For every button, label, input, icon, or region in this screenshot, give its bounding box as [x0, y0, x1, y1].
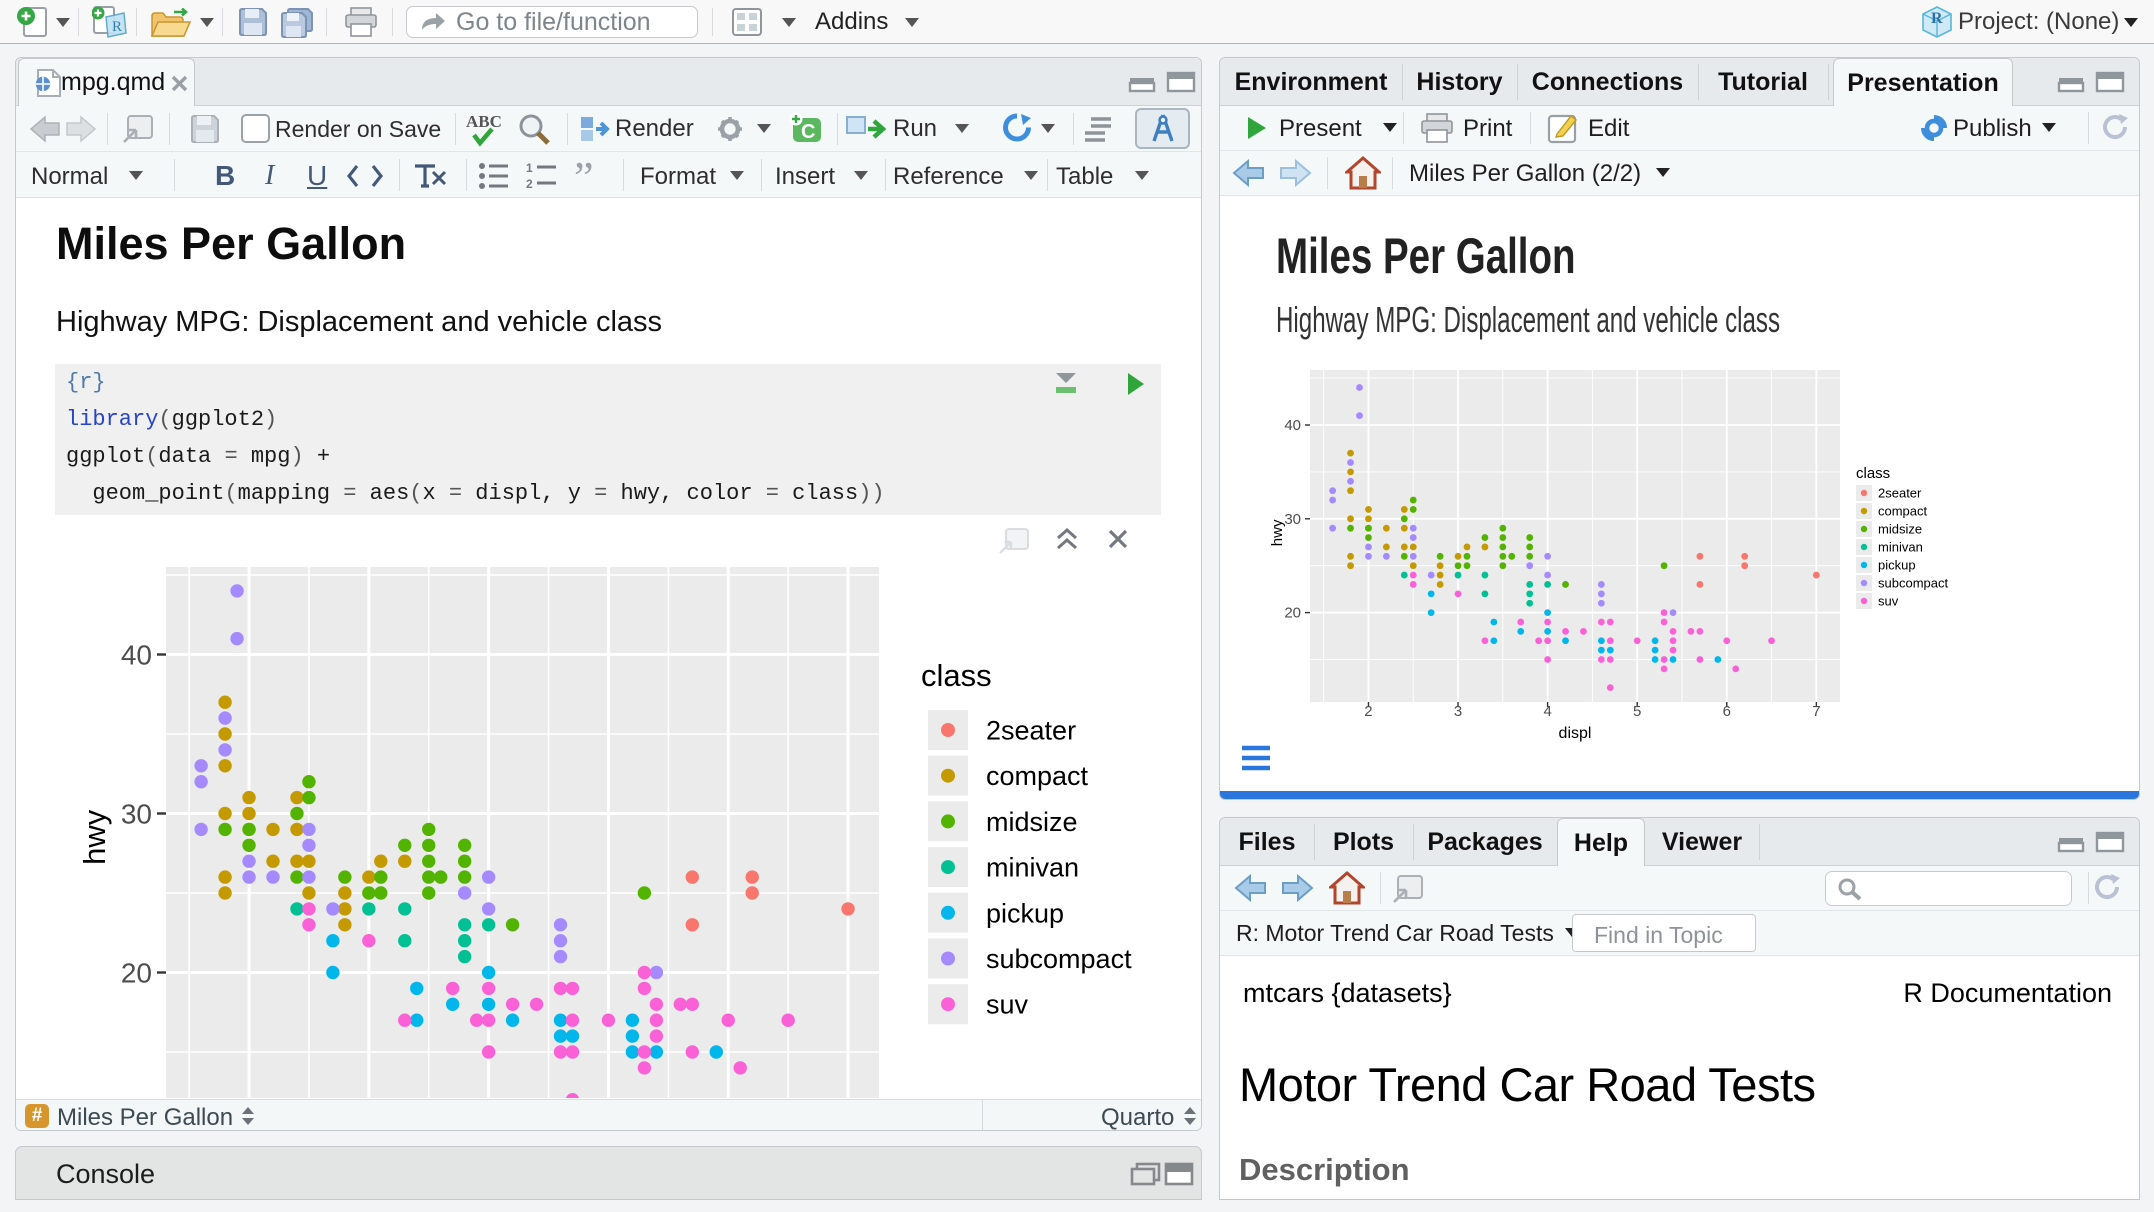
- svg-text:displ: displ: [1559, 725, 1592, 742]
- svg-text:R: R: [112, 19, 122, 35]
- svg-text:6: 6: [1723, 703, 1731, 720]
- svg-text:hwy: hwy: [1270, 519, 1286, 546]
- svg-text:C: C: [801, 121, 815, 143]
- svg-text:2seater: 2seater: [986, 716, 1076, 746]
- svg-text:pickup: pickup: [986, 898, 1064, 928]
- svg-text:5: 5: [1633, 703, 1641, 720]
- svg-text:midsize: midsize: [986, 807, 1078, 837]
- svg-text:1: 1: [526, 162, 533, 175]
- svg-text:pickup: pickup: [1878, 558, 1916, 573]
- svg-text:midsize: midsize: [1878, 522, 1922, 537]
- svg-text:4: 4: [1543, 703, 1551, 720]
- svg-text:2: 2: [1364, 703, 1372, 720]
- svg-text:class: class: [1856, 465, 1890, 482]
- svg-text:minivan: minivan: [986, 853, 1079, 883]
- svg-text:class: class: [921, 658, 992, 693]
- svg-text:2seater: 2seater: [1878, 486, 1922, 501]
- svg-text:hwy: hwy: [77, 809, 112, 865]
- svg-text:20: 20: [121, 958, 152, 989]
- svg-text:2: 2: [526, 177, 533, 190]
- svg-text:7: 7: [1812, 703, 1820, 720]
- svg-text:ABC: ABC: [466, 112, 502, 131]
- svg-text:minivan: minivan: [1878, 540, 1923, 555]
- svg-text:suv: suv: [986, 990, 1029, 1020]
- svg-text:subcompact: subcompact: [1878, 576, 1948, 591]
- svg-text:30: 30: [1284, 511, 1301, 528]
- svg-text:40: 40: [121, 640, 152, 671]
- svg-text:compact: compact: [1878, 504, 1928, 519]
- svg-text:suv: suv: [1878, 594, 1899, 609]
- svg-text:R: R: [1931, 10, 1943, 27]
- svg-text:compact: compact: [986, 761, 1089, 791]
- svg-text:40: 40: [1284, 417, 1301, 434]
- svg-text:30: 30: [121, 799, 152, 830]
- svg-text:subcompact: subcompact: [986, 944, 1132, 974]
- svg-text:3: 3: [1454, 703, 1462, 720]
- svg-text:20: 20: [1284, 605, 1301, 622]
